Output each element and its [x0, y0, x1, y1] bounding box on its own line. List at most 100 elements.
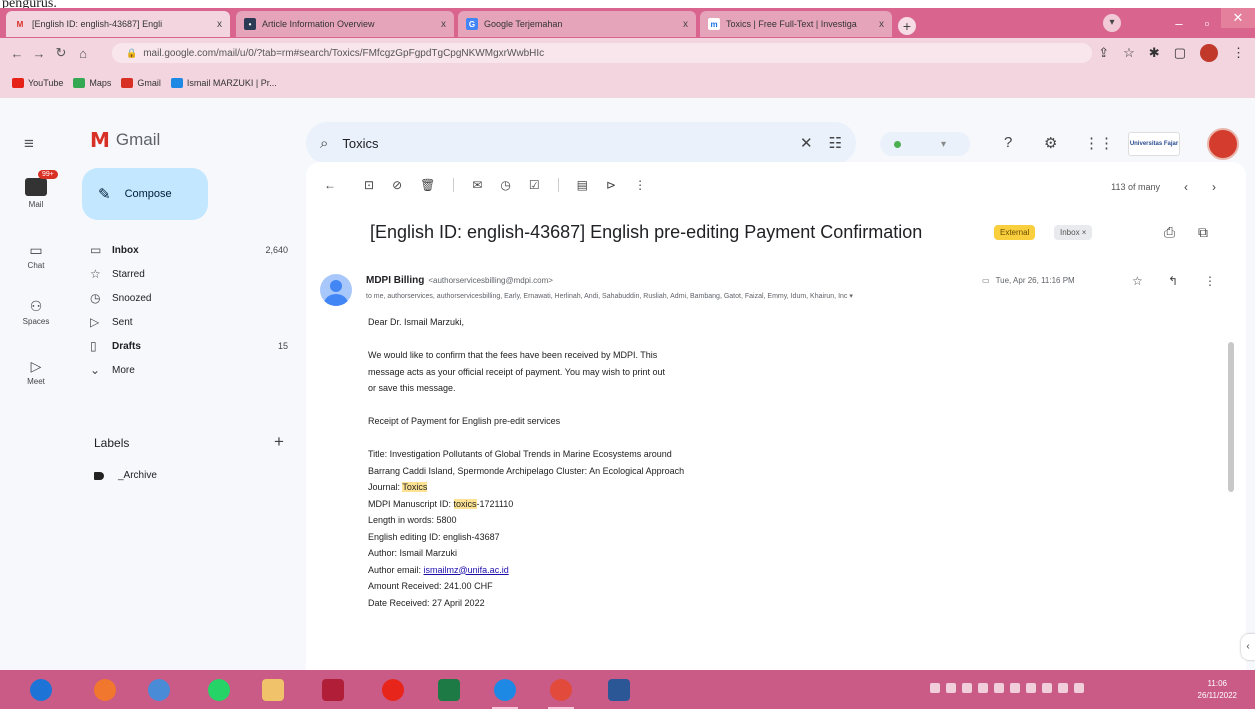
account-avatar[interactable]	[1207, 128, 1239, 160]
search-options-icon[interactable]: ☷	[829, 134, 842, 152]
delete-icon[interactable]: 🗑	[420, 178, 435, 192]
close-icon[interactable]: x	[879, 19, 884, 30]
tray-app-icon[interactable]	[946, 683, 956, 693]
message-more-icon[interactable]: ⋮	[1204, 274, 1216, 288]
language-icon[interactable]	[1074, 683, 1084, 693]
side-panel-toggle-icon[interactable]: ‹	[1241, 634, 1255, 660]
print-icon[interactable]: ⎙	[1164, 224, 1175, 241]
inbox-label-chip[interactable]: Inbox ×	[1054, 225, 1093, 240]
main-menu-icon[interactable]: ≡	[24, 134, 34, 154]
bookmark-youtube[interactable]: YouTube	[12, 78, 63, 88]
mendeley-icon[interactable]	[322, 679, 344, 701]
close-icon[interactable]: x	[683, 19, 688, 30]
home-icon[interactable]: ⌂	[72, 46, 94, 61]
author-email-link[interactable]: ismailmz@unifa.ac.id	[424, 565, 509, 575]
firefox-icon[interactable]	[94, 679, 116, 701]
reply-icon[interactable]: ↰	[1168, 274, 1178, 288]
close-icon[interactable]: x	[441, 19, 446, 30]
whatsapp-icon[interactable]	[208, 679, 230, 701]
tab-article-overview[interactable]: • Article Information Overview x	[236, 11, 454, 37]
excel-icon[interactable]	[438, 679, 460, 701]
mark-unread-icon[interactable]: ✉	[472, 178, 482, 192]
reload-icon[interactable]: ↻	[50, 45, 72, 61]
older-icon[interactable]: ›	[1212, 180, 1216, 194]
forward-icon[interactable]: →	[28, 46, 50, 61]
tab-google-translate[interactable]: G Google Terjemahan x	[458, 11, 696, 37]
extensions-icon[interactable]: ✱	[1149, 45, 1160, 61]
rail-spaces[interactable]: ⚇ Spaces	[0, 298, 72, 326]
more-options-icon[interactable]: ⋮	[634, 178, 646, 192]
report-spam-icon[interactable]: ⊘	[392, 178, 402, 192]
volume-icon[interactable]	[1042, 683, 1052, 693]
settings-gear-icon[interactable]: ⚙	[1044, 134, 1057, 152]
taskbar-clock[interactable]: 11:06 26/11/2022	[1198, 678, 1237, 702]
tray-app-icon[interactable]	[962, 683, 972, 693]
search-icon[interactable]: ⌕	[320, 135, 328, 152]
maximize-icon[interactable]: ▫	[1193, 16, 1221, 31]
chrome-icon[interactable]	[492, 679, 518, 709]
wifi-icon[interactable]	[1026, 683, 1036, 693]
back-to-list-icon[interactable]: ←	[324, 178, 336, 192]
share-icon[interactable]: ⇪	[1098, 45, 1109, 61]
clear-search-icon[interactable]: ✕	[800, 134, 813, 152]
move-to-icon[interactable]: ▤	[577, 178, 588, 192]
label-archive[interactable]: _Archive	[94, 470, 157, 481]
search-input[interactable]: Toxics	[342, 136, 800, 151]
rail-meet[interactable]: ▷ Meet	[0, 358, 72, 386]
tab-gmail[interactable]: M [English ID: english-43687] Engli x	[6, 11, 230, 37]
scrollbar[interactable]	[1228, 342, 1234, 492]
file-explorer-icon[interactable]	[262, 679, 284, 701]
new-tab-button[interactable]: +	[898, 17, 916, 35]
archive-icon[interactable]: ⊡	[364, 178, 374, 192]
help-icon[interactable]: ?	[1004, 134, 1012, 151]
folder-more[interactable]: ⌄ More	[82, 358, 292, 382]
tray-app-icon[interactable]	[930, 683, 940, 693]
tab-search-button[interactable]: ▾	[1103, 14, 1121, 32]
apps-grid-icon[interactable]: ⋮⋮	[1084, 134, 1114, 152]
opera-icon[interactable]	[382, 679, 404, 701]
kebab-menu-icon[interactable]: ⋮	[1232, 45, 1245, 61]
manuscript-suffix: -1721110	[476, 498, 514, 509]
search-bar[interactable]: ⌕ Toxics ✕ ☷	[306, 122, 856, 164]
battery-icon[interactable]	[1058, 683, 1068, 693]
open-new-window-icon[interactable]: ⧉	[1198, 224, 1208, 241]
close-icon[interactable]: x	[217, 19, 222, 30]
label-icon[interactable]: ⊳	[606, 178, 616, 192]
gmail-logo[interactable]: M Gmail	[90, 128, 160, 152]
folder-snoozed[interactable]: ◷ Snoozed	[82, 286, 292, 310]
tray-app-icon[interactable]	[978, 683, 988, 693]
window-close-icon[interactable]: ✕	[1221, 8, 1255, 28]
status-selector[interactable]: ▾	[880, 132, 970, 156]
word-icon[interactable]	[608, 679, 630, 701]
url-field[interactable]: 🔒 mail.google.com/mail/u/0/?tab=rm#searc…	[112, 43, 1092, 63]
folder-sent[interactable]: ▷ Sent	[82, 310, 292, 334]
back-icon[interactable]: ←	[6, 46, 28, 61]
star-message-icon[interactable]: ☆	[1132, 274, 1143, 288]
bookmark-maps[interactable]: Maps	[73, 78, 111, 88]
network-app-icon[interactable]	[148, 679, 170, 701]
tab-toxics-article[interactable]: m Toxics | Free Full-Text | Investiga x	[700, 11, 892, 37]
bookmark-gmail[interactable]: Gmail	[121, 78, 161, 88]
chrome-profile-icon[interactable]	[548, 679, 574, 709]
minimize-icon[interactable]: –	[1165, 16, 1193, 31]
compose-button[interactable]: ✎ Compose	[82, 168, 208, 220]
tray-app-icon[interactable]	[1010, 683, 1020, 693]
snooze-icon[interactable]: ◷	[500, 178, 510, 192]
rail-chat[interactable]: ▭ Chat	[0, 242, 72, 270]
newer-icon[interactable]: ‹	[1184, 180, 1188, 194]
profile-avatar[interactable]	[1200, 44, 1218, 62]
tray-app-icon[interactable]	[994, 683, 1004, 693]
bookmark-ismail[interactable]: Ismail MARZUKI | Pr...	[170, 78, 277, 88]
bookmark-star-icon[interactable]: ☆	[1123, 45, 1135, 61]
amount-line: Amount Received: 241.00 CHF	[368, 581, 493, 591]
folder-starred[interactable]: ☆ Starred	[82, 262, 292, 286]
folder-inbox[interactable]: ▭ Inbox 2,640	[82, 238, 292, 262]
add-label-button[interactable]: +	[274, 432, 284, 452]
start-icon[interactable]	[30, 679, 52, 701]
rail-mail[interactable]: 99+ Mail	[0, 170, 72, 209]
folder-drafts[interactable]: ▯ Drafts 15	[82, 334, 292, 358]
add-task-icon[interactable]: ☑	[529, 178, 540, 192]
sender-name[interactable]: MDPI Billing	[366, 275, 424, 286]
recipients-line[interactable]: to me, authorservices, authorservicesbil…	[366, 292, 853, 300]
sidepanel-icon[interactable]: ▢	[1174, 45, 1186, 61]
